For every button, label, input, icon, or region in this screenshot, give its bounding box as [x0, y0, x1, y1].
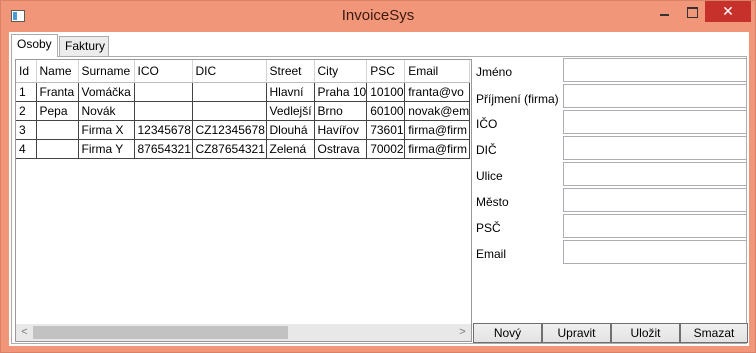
maximize-button[interactable] [678, 1, 705, 22]
email-input[interactable] [563, 240, 747, 264]
cell-city[interactable]: Brno [314, 101, 368, 121]
cell-id[interactable]: 1 [16, 82, 37, 102]
label-prijmeni: Příjmení (firma) [476, 92, 559, 106]
cell-email[interactable]: firma@firm [404, 120, 471, 140]
cell-dic[interactable] [192, 101, 267, 121]
cell-id[interactable]: 3 [16, 120, 37, 140]
cell-city[interactable]: Praha 10 [314, 82, 368, 102]
scroll-left-icon[interactable]: < [16, 324, 33, 341]
label-ulice: Ulice [476, 169, 503, 183]
new-button[interactable]: Nový [473, 323, 542, 343]
cell-surname[interactable]: Firma X [78, 120, 135, 140]
edit-button[interactable]: Upravit [542, 323, 611, 343]
table-header-row: Id Name Surname ICO DIC Street City PSC … [16, 60, 471, 83]
tab-osoby[interactable]: Osoby [11, 34, 58, 57]
prijmeni-input[interactable] [563, 84, 747, 108]
person-detail-form: Jméno Příjmení (firma) IČO DIČ Ulice Měs… [472, 57, 748, 345]
column-header-dic[interactable]: DIC [192, 60, 267, 83]
window-title: InvoiceSys [341, 7, 415, 24]
client-area: Osoby Faktury Id Name Surname ICO DIC St… [9, 32, 749, 346]
column-header-street[interactable]: Street [266, 60, 315, 83]
cell-psc[interactable]: 73601 [366, 120, 406, 140]
cell-dic[interactable] [192, 82, 267, 102]
close-button[interactable]: ✕ [705, 1, 751, 22]
psc-input[interactable] [563, 214, 747, 238]
cell-dic[interactable]: CZ87654321 [192, 139, 267, 159]
tab-content: Id Name Surname ICO DIC Street City PSC … [11, 56, 748, 345]
save-button[interactable]: Uložit [611, 323, 680, 343]
label-ico: IČO [476, 117, 498, 131]
cell-street[interactable]: Hlavní [266, 82, 315, 102]
horizontal-scrollbar[interactable]: < > [16, 324, 471, 341]
cell-name[interactable]: Franta [36, 82, 79, 102]
cell-street[interactable]: Vedlejší [266, 101, 315, 121]
column-header-city[interactable]: City [314, 60, 368, 83]
cell-ico[interactable] [134, 101, 193, 121]
label-psc: PSČ [476, 221, 501, 235]
cell-surname[interactable]: Novák [78, 101, 135, 121]
cell-ico[interactable]: 87654321 [134, 139, 193, 159]
table-row[interactable]: 1 Franta Vomáčka Hlavní Praha 10 10100 f… [16, 82, 471, 102]
cell-surname[interactable]: Firma Y [78, 139, 135, 159]
cell-id[interactable]: 4 [16, 139, 37, 159]
ulice-input[interactable] [563, 162, 747, 186]
cell-surname[interactable]: Vomáčka [78, 82, 135, 102]
minimize-button[interactable] [651, 1, 678, 22]
column-header-email[interactable]: Email [404, 60, 471, 83]
cell-email[interactable]: firma@firm [404, 139, 471, 159]
cell-email[interactable]: franta@vo [404, 82, 471, 102]
jmeno-input[interactable] [563, 58, 747, 82]
column-header-psc[interactable]: PSC [366, 60, 406, 83]
action-buttons: Nový Upravit Uložit Smazat [473, 323, 748, 343]
cell-psc[interactable]: 60100 [366, 101, 406, 121]
tab-faktury[interactable]: Faktury [59, 36, 109, 56]
title-bar[interactable]: InvoiceSys ✕ [1, 1, 755, 31]
column-header-ico[interactable]: ICO [134, 60, 193, 83]
table-row[interactable]: 4 Firma Y 87654321 CZ87654321 Zelená Ost… [16, 139, 471, 159]
people-data-grid[interactable]: Id Name Surname ICO DIC Street City PSC … [15, 59, 472, 342]
app-window: InvoiceSys ✕ Osoby Faktury Id Name Surna… [0, 0, 756, 353]
cell-street[interactable]: Zelená [266, 139, 315, 159]
label-mesto: Město [476, 195, 509, 209]
table-row[interactable]: 2 Pepa Novák Vedlejší Brno 60100 novak@e… [16, 101, 471, 121]
cell-name[interactable]: Pepa [36, 101, 79, 121]
column-header-id[interactable]: Id [16, 60, 37, 83]
cell-dic[interactable]: CZ12345678 [192, 120, 267, 140]
cell-city[interactable]: Ostrava [314, 139, 368, 159]
scroll-right-icon[interactable]: > [454, 324, 471, 341]
tab-strip: Osoby Faktury [9, 32, 749, 57]
cell-ico[interactable] [134, 82, 193, 102]
cell-id[interactable]: 2 [16, 101, 37, 121]
ico-input[interactable] [563, 110, 747, 134]
delete-button[interactable]: Smazat [680, 323, 748, 343]
cell-city[interactable]: Havířov [314, 120, 368, 140]
column-header-surname[interactable]: Surname [78, 60, 135, 83]
cell-ico[interactable]: 12345678 [134, 120, 193, 140]
table-row[interactable]: 3 Firma X 12345678 CZ12345678 Dlouhá Hav… [16, 120, 471, 140]
cell-psc[interactable]: 10100 [366, 82, 406, 102]
cell-psc[interactable]: 70002 [366, 139, 406, 159]
label-email: Email [476, 247, 507, 261]
people-table: Id Name Surname ICO DIC Street City PSC … [16, 60, 471, 159]
label-dic: DIČ [476, 143, 497, 157]
mesto-input[interactable] [563, 188, 747, 212]
cell-email[interactable]: novak@em [404, 101, 471, 121]
dic-input[interactable] [563, 136, 747, 160]
cell-street[interactable]: Dlouhá [266, 120, 315, 140]
cell-name[interactable] [36, 139, 79, 159]
column-header-name[interactable]: Name [36, 60, 79, 83]
label-jmeno: Jméno [476, 65, 513, 79]
scrollbar-thumb[interactable] [33, 326, 288, 339]
cell-name[interactable] [36, 120, 79, 140]
